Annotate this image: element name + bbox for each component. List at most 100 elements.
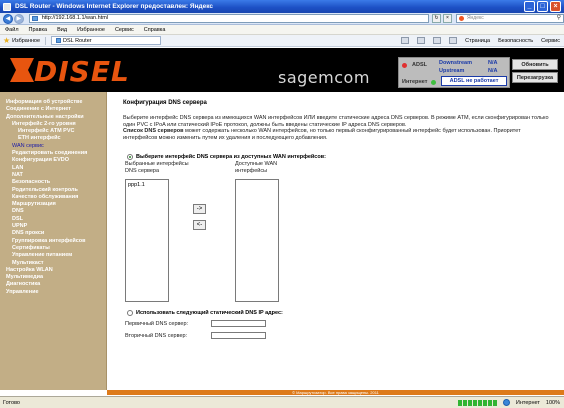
sidebar-item[interactable]: Маршрутизация: [0, 201, 106, 208]
sidebar-item[interactable]: Соединение с Интернет: [0, 106, 106, 113]
menu-file[interactable]: Файл: [5, 27, 19, 33]
window-controls: _ □ ×: [524, 1, 561, 12]
mail-icon[interactable]: [433, 37, 442, 44]
adsl-label: ADSL: [412, 62, 427, 68]
sidebar-item[interactable]: Мультимедиа: [0, 274, 106, 281]
favorites-label[interactable]: Избранное: [12, 38, 40, 44]
window-title-bar: DSL Router - Windows Internet Explorer п…: [0, 0, 564, 13]
menu-edit[interactable]: Правка: [29, 27, 48, 33]
downstream-label: Downstream: [439, 60, 473, 66]
menu-help[interactable]: Справка: [144, 27, 166, 33]
adsl-status-icon: [402, 63, 407, 68]
address-buttons: ↻ ×: [431, 14, 452, 23]
option-static-label: Использовать следующий статический DNS I…: [136, 310, 283, 316]
menu-view[interactable]: Вид: [57, 27, 67, 33]
back-button[interactable]: ◀: [3, 13, 13, 24]
sidebar-item[interactable]: Управление питанием: [0, 252, 106, 259]
minimize-button[interactable]: _: [524, 1, 535, 12]
page-icon: [31, 16, 38, 21]
menu-tools[interactable]: Сервис: [115, 27, 134, 33]
sidebar-nav: Информация об устройстве Соединение с Инт…: [0, 92, 107, 390]
sidebar-item[interactable]: Дополнительные настройки: [0, 114, 106, 121]
available-interfaces-list[interactable]: [235, 179, 279, 302]
header-actions: Обновить Перезагрузка: [512, 59, 562, 85]
move-left-button[interactable]: <-: [193, 220, 206, 230]
option-wan-interface[interactable]: Выберите интерфейс DNS сервера из доступ…: [127, 154, 326, 160]
status-text: Готово: [3, 399, 20, 406]
reboot-button[interactable]: Перезагрузка: [512, 72, 558, 83]
stop-icon[interactable]: ×: [442, 14, 452, 23]
page-footer: © Маршрутизатор. Все права защищены. 201…: [107, 390, 564, 395]
refresh-icon[interactable]: ↻: [431, 14, 441, 23]
router-header: DISEL sagemcom ADSL Downstream Upstream …: [0, 48, 564, 92]
address-toolbar: ◀ ▶ http://192.168.1.1/wan.html ↻ × Янде…: [0, 13, 564, 25]
sidebar-item[interactable]: Безопасность: [0, 179, 106, 186]
favorites-star-icon[interactable]: ★: [3, 36, 10, 45]
search-placeholder: Яндекс: [466, 15, 484, 21]
sidebar-item[interactable]: Родительский контроль: [0, 187, 106, 194]
sidebar-item[interactable]: WAN сервис: [0, 143, 106, 150]
tab-page-icon: [56, 38, 62, 43]
sidebar-item[interactable]: Настройка WLAN: [0, 267, 106, 274]
sidebar-item[interactable]: Качество обслуживания: [0, 194, 106, 201]
zoom-level[interactable]: 100%: [546, 400, 560, 406]
option-wan-label: Выберите интерфейс DNS сервера из доступ…: [136, 154, 326, 160]
sidebar-item[interactable]: LAN: [0, 165, 106, 172]
sidebar-item[interactable]: NAT: [0, 172, 106, 179]
sidebar-item[interactable]: DNS прокси: [0, 230, 106, 237]
internet-zone-icon: [502, 399, 510, 406]
address-input[interactable]: http://192.168.1.1/wan.html: [28, 14, 429, 23]
primary-dns-input[interactable]: [211, 320, 266, 327]
radio-wan-interface[interactable]: [127, 154, 133, 160]
service-menu[interactable]: Сервис: [541, 38, 560, 44]
search-input[interactable]: Яндекс ⚲: [455, 14, 564, 23]
downstream-value: N/A: [488, 60, 498, 66]
sidebar-item[interactable]: Информация об устройстве: [0, 99, 106, 106]
page-content: DISEL sagemcom ADSL Downstream Upstream …: [0, 48, 564, 395]
command-bar: Страница Безопасность Сервис: [401, 37, 560, 44]
zone-label: Интернет: [515, 399, 540, 406]
primary-dns-label: Первичный DNS сервер:: [125, 321, 189, 327]
page-menu[interactable]: Страница: [465, 38, 490, 44]
list-item[interactable]: ppp1.1: [126, 180, 168, 190]
sidebar-item[interactable]: UPNP: [0, 223, 106, 230]
forward-button[interactable]: ▶: [13, 13, 24, 24]
selected-interfaces-list[interactable]: ppp1.1: [125, 179, 169, 302]
upstream-label: Upstream: [439, 68, 465, 74]
description-2: Список DNS серверов может содержать неск…: [123, 128, 555, 141]
dns-config-form: Конфигурация DNS сервера Выберите интерф…: [123, 100, 555, 141]
search-icon[interactable]: ⚲: [557, 15, 561, 22]
maximize-button[interactable]: □: [537, 1, 548, 12]
status-right: Интернет 100%: [457, 399, 560, 406]
home-icon[interactable]: [401, 37, 410, 44]
sidebar-item[interactable]: Мультикаст: [0, 260, 106, 267]
sidebar-item[interactable]: Управление: [0, 289, 106, 296]
browser-status-bar: Готово Интернет 100%: [0, 396, 564, 408]
sidebar-item[interactable]: DSL: [0, 216, 106, 223]
refresh-button[interactable]: Обновить: [512, 59, 558, 70]
description-2-text: может содержать несколько WAN интерфейсо…: [123, 128, 521, 141]
sagemcom-logo: sagemcom: [278, 68, 370, 87]
close-button[interactable]: ×: [550, 1, 561, 12]
sidebar-item[interactable]: ETH интерфейс: [0, 135, 106, 142]
dsl-status-panel: ADSL Downstream Upstream N/A N/A Интерне…: [398, 57, 510, 88]
feeds-icon[interactable]: [417, 37, 426, 44]
menu-bar: Файл Правка Вид Избранное Сервис Справка: [0, 25, 564, 35]
radio-static-dns[interactable]: [127, 310, 133, 316]
print-icon[interactable]: [449, 37, 458, 44]
internet-label: Интернет: [402, 79, 428, 85]
secondary-dns-input[interactable]: [211, 332, 266, 339]
sidebar-item[interactable]: Сертификаты: [0, 245, 106, 252]
sidebar-item[interactable]: DNS: [0, 208, 106, 215]
menu-favorites[interactable]: Избранное: [77, 27, 105, 33]
sidebar-item[interactable]: Конфигурация EVDO: [0, 157, 106, 164]
sidebar-item[interactable]: Группировка интерфейсов: [0, 238, 106, 245]
description-1: Выберите интерфейс DNS сервера из имеющи…: [123, 115, 549, 128]
svg-text:DISEL: DISEL: [34, 55, 130, 86]
browser-tab[interactable]: DSL Router: [51, 36, 162, 45]
dsl-state-badge: ADSL не работает: [441, 76, 507, 86]
option-static-dns[interactable]: Использовать следующий статический DNS I…: [127, 310, 283, 316]
security-menu[interactable]: Безопасность: [498, 38, 533, 44]
sidebar-item[interactable]: Диагностика: [0, 281, 106, 288]
move-right-button[interactable]: ->: [193, 204, 206, 214]
